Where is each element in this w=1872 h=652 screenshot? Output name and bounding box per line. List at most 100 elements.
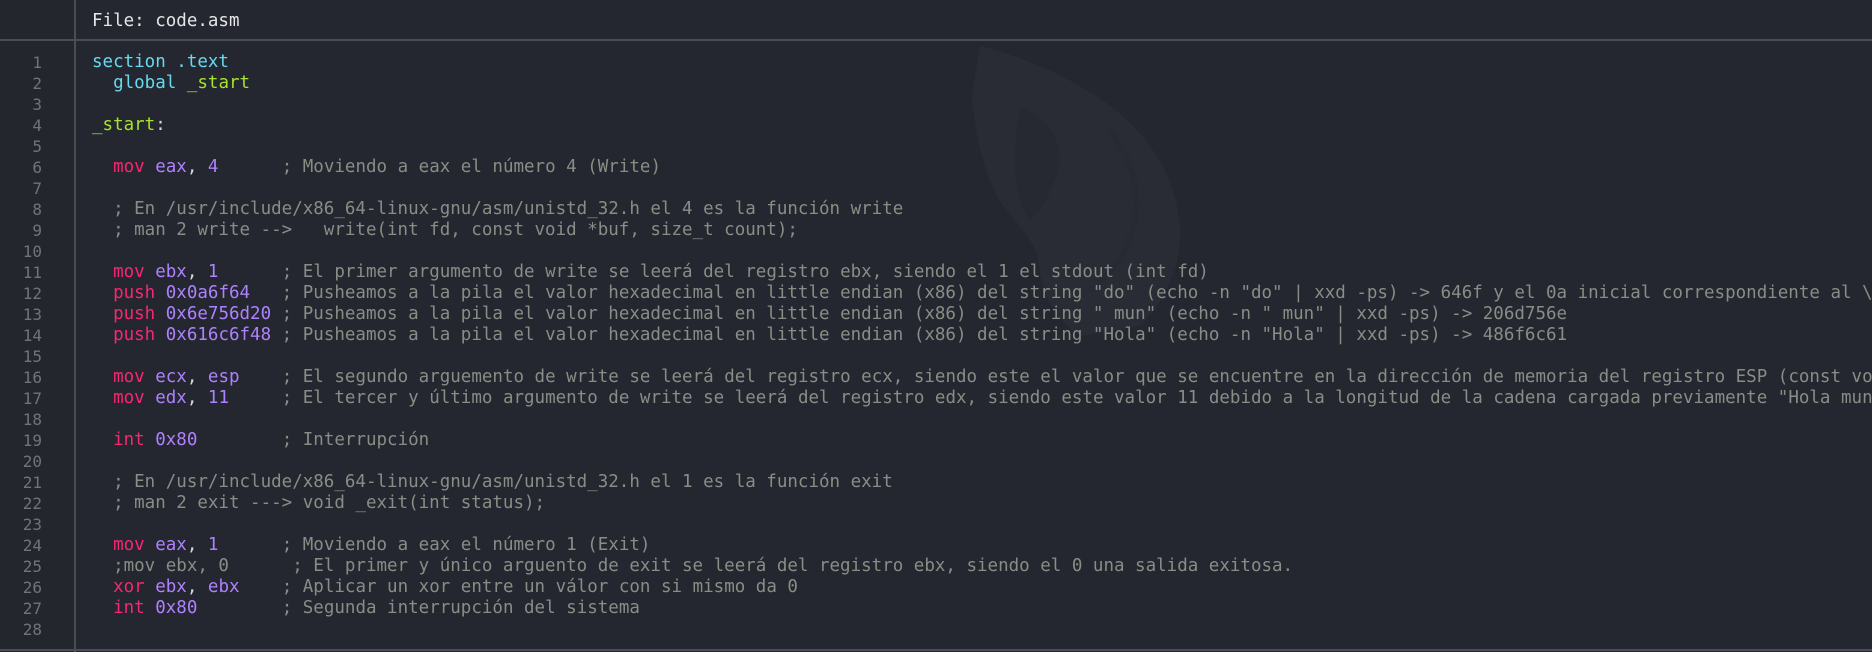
code-token: 0x6e756d20 [165, 304, 272, 324]
line-number: 4 [32, 116, 42, 135]
code-token: ecx [155, 367, 187, 387]
code-text: ; man 2 write --> write(int fd, const vo… [92, 220, 798, 241]
line-number: 10 [22, 242, 42, 261]
code-token: ebx [155, 577, 187, 597]
code-line: 6 mov eax, 4 ; Moviendo a eax el número … [0, 157, 1872, 178]
code-token: edx [155, 388, 187, 408]
code-token: ; Pusheamos a la pila el valor hexadecim… [281, 304, 1568, 324]
code-token: 0x80 [155, 598, 198, 618]
code-token: 0x80 [155, 430, 198, 450]
code-text: ; En /usr/include/x86_64-linux-gnu/asm/u… [92, 199, 903, 220]
code-token: ; Aplicar un xor entre un válor con si m… [281, 577, 798, 597]
line-number: 26 [22, 578, 42, 597]
code-token: ; Moviendo a eax el número 1 (Exit) [281, 535, 651, 555]
code-line: 19 int 0x80 ; Interrupción [0, 430, 1872, 451]
code-line: 20 [0, 451, 1872, 472]
line-number: 25 [22, 557, 42, 576]
code-token: 4 [207, 157, 219, 177]
code-text: int 0x80 ; Segunda interrupción del sist… [92, 598, 640, 619]
line-number: 3 [32, 95, 42, 114]
code-token: 0x616c6f48 [165, 325, 272, 345]
code-token: ; En /usr/include/x86_64-linux-gnu/asm/u… [113, 199, 904, 219]
code-token: , [186, 367, 208, 387]
code-token: section .text [92, 52, 229, 72]
line-number: 27 [22, 599, 42, 618]
code-area: 1 section .text 2 global _start 3 4 _start: 5 6… [0, 52, 1872, 640]
code-token: 11 [207, 388, 229, 408]
code-line: 23 [0, 514, 1872, 535]
code-token: 1 [207, 262, 219, 282]
code-text: _start: [92, 115, 166, 136]
code-line: 7 [0, 178, 1872, 199]
code-token: xor [113, 577, 156, 597]
code-text: mov edx, 11 ; El tercer y último argumen… [92, 388, 1872, 409]
code-line: 28 [0, 619, 1872, 640]
line-number: 7 [32, 179, 42, 198]
line-number: 23 [22, 515, 42, 534]
code-text: mov eax, 1 ; Moviendo a eax el número 1 … [92, 535, 650, 556]
line-number: 28 [22, 620, 42, 639]
code-token: ; En /usr/include/x86_64-linux-gnu/asm/u… [113, 472, 893, 492]
line-number: 1 [32, 53, 42, 72]
code-token: push [113, 304, 166, 324]
code-token: _start [92, 115, 156, 135]
code-text: mov ecx, esp ; El segundo arguemento de … [92, 367, 1872, 388]
code-line: 17 mov edx, 11 ; El tercer y último argu… [0, 388, 1872, 409]
code-token: ; El primer argumento de write se leerá … [281, 262, 1209, 282]
code-line: 4 _start: [0, 115, 1872, 136]
code-token: esp [207, 367, 240, 387]
code-line: 3 [0, 94, 1872, 115]
line-number: 21 [22, 473, 42, 492]
code-text: section .text [92, 52, 229, 73]
line-number: 6 [32, 158, 42, 177]
code-token: 0x0a6f64 [165, 283, 251, 303]
line-number: 24 [22, 536, 42, 555]
code-token: eax [155, 157, 187, 177]
code-text: xor ebx, ebx ; Aplicar un xor entre un v… [92, 577, 798, 598]
line-number: 15 [22, 347, 42, 366]
code-line: 2 global _start [0, 73, 1872, 94]
code-line: 16 mov ecx, esp ; El segundo arguemento … [0, 367, 1872, 388]
code-token: ebx [155, 262, 187, 282]
line-number: 9 [32, 221, 42, 240]
code-token: ; Segunda interrupción del sistema [281, 598, 640, 618]
code-line: 22 ; man 2 exit ---> void _exit(int stat… [0, 493, 1872, 514]
line-number: 8 [32, 200, 42, 219]
code-token: 1 [207, 535, 219, 555]
code-token: , [186, 535, 208, 555]
code-text: global _start [92, 73, 250, 94]
code-token: mov [113, 535, 156, 555]
line-number: 5 [32, 137, 42, 156]
code-line: 18 [0, 409, 1872, 430]
code-token: mov [113, 388, 156, 408]
code-line: 10 [0, 241, 1872, 262]
code-line: 25 ;mov ebx, 0 ; El primer y único argue… [0, 556, 1872, 577]
code-token: _start [186, 73, 251, 93]
line-number: 13 [22, 305, 42, 324]
code-text: ; En /usr/include/x86_64-linux-gnu/asm/u… [92, 472, 893, 493]
code-token: ; man 2 exit ---> void _exit(int status)… [113, 493, 546, 513]
code-token: push [113, 325, 166, 345]
bottom-border [0, 649, 1872, 651]
line-number: 14 [22, 326, 42, 345]
code-line: 24 mov eax, 1 ; Moviendo a eax el número… [0, 535, 1872, 556]
